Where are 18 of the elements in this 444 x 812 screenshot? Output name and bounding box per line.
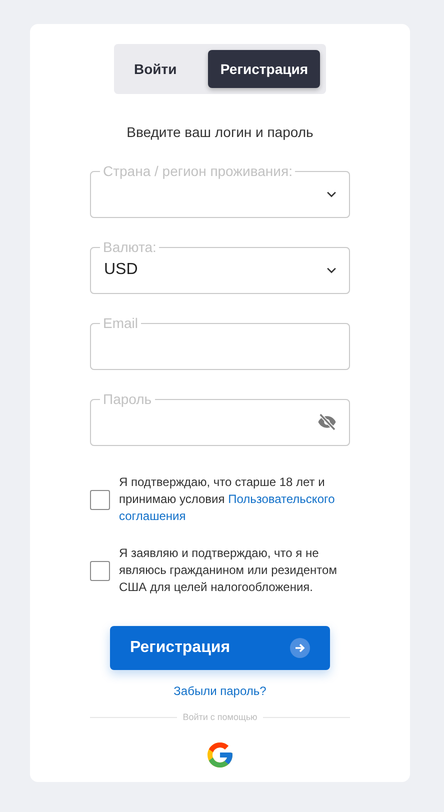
chevron-down-icon[interactable] (326, 190, 337, 198)
divider-label: Войти с помощью (182, 712, 258, 722)
checkbox[interactable] (90, 490, 110, 510)
agreement-link[interactable]: соглашения (119, 509, 186, 523)
agreement-link[interactable]: Пользовательского (228, 492, 335, 506)
register-button[interactable]: Регистрация (110, 626, 330, 670)
tab[interactable]: Войти (120, 50, 191, 88)
checkbox[interactable] (90, 560, 110, 580)
chevron-down-icon[interactable] (326, 266, 337, 274)
select-field[interactable]: Валюта: USD (90, 240, 350, 294)
tab[interactable]: Регистрация (208, 50, 320, 88)
arrow-right-icon[interactable] (290, 638, 310, 658)
google-logo-icon[interactable] (205, 740, 235, 770)
agreement-text: Я подтверждаю, что старше 18 лет и принимаю условия Пользовательского соглашения (119, 474, 336, 525)
agreement-text: Я заявляю и подтверждаю, что я не являюсь гражданином или резидентом США для целей налогообложения. (119, 545, 338, 596)
form-heading: Введите ваш логин и пароль (126, 124, 314, 142)
eye-slash-icon[interactable] (317, 412, 337, 432)
forgot-password-link[interactable]: Забыли пароль? (174, 684, 266, 698)
